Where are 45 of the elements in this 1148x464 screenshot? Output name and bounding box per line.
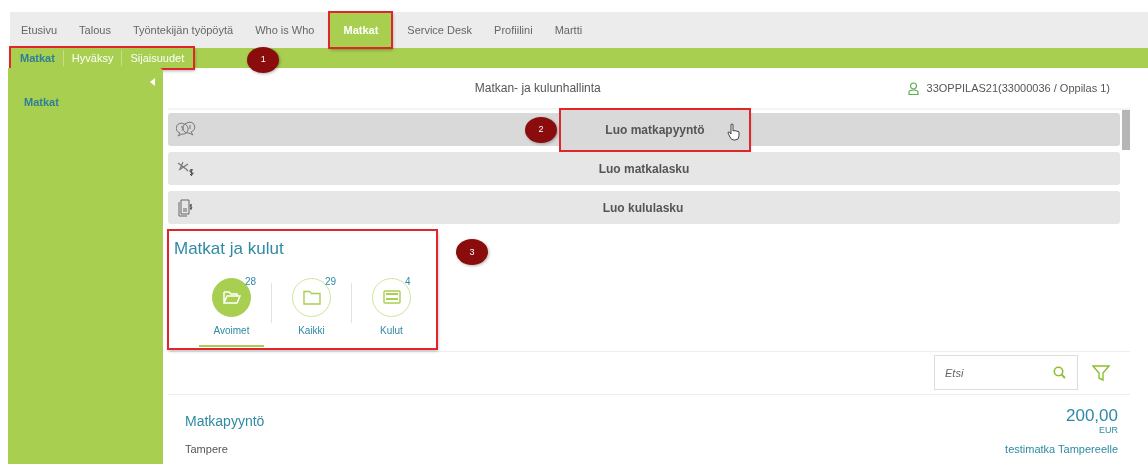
page-title: Matkan- ja kulunhallinta xyxy=(473,80,602,97)
search-field[interactable]: Etsi xyxy=(934,355,1078,390)
user-name: 33OPPILAS21(33000036 / Oppilas 1) xyxy=(926,80,1110,96)
filter-icon[interactable] xyxy=(1092,363,1110,382)
nav-tab[interactable]: Talous xyxy=(68,12,122,48)
document-money-icon xyxy=(176,198,194,217)
counter-tab[interactable]: 28 Avoimet xyxy=(192,277,271,347)
nav-tab[interactable]: Etusivu xyxy=(10,12,69,48)
hand-cursor-icon xyxy=(727,123,741,141)
callout-badge: 3 xyxy=(456,239,488,266)
counter-tab[interactable]: 29 Kaikki xyxy=(272,277,351,347)
tab-label: Avoimet xyxy=(199,322,264,347)
description-text: testimatka Tampereelle xyxy=(1005,442,1118,457)
nav-tab[interactable]: Profiilini xyxy=(483,12,544,48)
scrollbar-thumb[interactable] xyxy=(1122,110,1130,150)
currency-text: EUR xyxy=(1099,423,1118,437)
action-label: Luo kululasku xyxy=(601,199,685,217)
action-bar[interactable]: Luo matkalasku xyxy=(168,152,1120,185)
callout-badge: 2 xyxy=(525,117,557,143)
nav-tab[interactable]: Työntekijän työpöytä xyxy=(121,12,245,48)
speech-bubbles-icon xyxy=(176,120,196,139)
item-title[interactable]: Matkapyyntö xyxy=(185,410,265,432)
count-label: 29 xyxy=(325,274,337,289)
action-button[interactable]: Luo matkapyyntö xyxy=(561,110,749,150)
location-text: Tampere xyxy=(185,442,228,457)
nav-tab[interactable]: Who is Who xyxy=(244,12,326,48)
user-icon xyxy=(907,81,919,95)
amount-text: 200,00 xyxy=(1066,406,1118,424)
open-folder-icon xyxy=(222,289,241,305)
nav-tab[interactable]: Martti xyxy=(543,12,594,48)
count-label: 28 xyxy=(245,274,257,289)
action-label: Luo matkalasku xyxy=(597,160,691,178)
callout-badge: 1 xyxy=(247,47,280,73)
folder-icon xyxy=(302,289,321,305)
action-bar[interactable]: Luo kululasku xyxy=(168,191,1120,224)
counter-tab[interactable]: 4 Kulut xyxy=(352,277,431,347)
section-title: Matkat ja kulut xyxy=(174,238,284,260)
nav-tab[interactable]: Service Desk xyxy=(396,12,484,48)
count-label: 4 xyxy=(405,274,411,289)
card-icon xyxy=(382,290,401,304)
search-icon[interactable] xyxy=(1053,366,1066,379)
plane-money-icon xyxy=(176,159,196,178)
tab-label: Kaikki xyxy=(297,323,326,338)
collapse-icon[interactable] xyxy=(150,78,155,86)
tab-label: Kulut xyxy=(379,323,404,338)
